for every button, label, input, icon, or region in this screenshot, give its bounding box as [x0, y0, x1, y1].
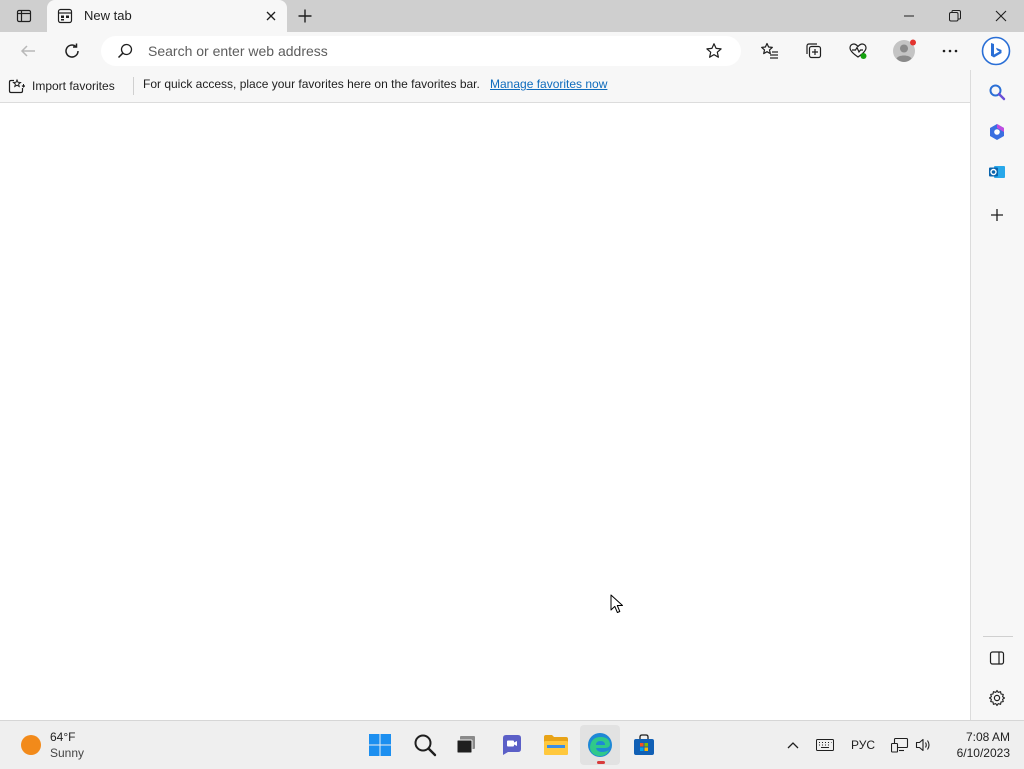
favorites-icon	[760, 41, 780, 61]
file-explorer-button[interactable]	[536, 725, 576, 765]
windows-taskbar: 64°F Sunny РУС 7:08 AM 6/10/2023	[0, 720, 1024, 769]
taskbar-search-button[interactable]	[405, 725, 445, 765]
manage-favorites-link[interactable]: Manage favorites now	[490, 77, 607, 91]
search-icon	[117, 43, 133, 59]
sidebar-settings-button[interactable]	[983, 684, 1011, 712]
outlook-icon	[988, 163, 1006, 181]
bing-copilot-icon	[981, 36, 1011, 66]
star-icon	[705, 42, 723, 60]
teams-chat-icon	[500, 733, 524, 757]
microsoft-store-button[interactable]	[624, 725, 664, 765]
minimize-button[interactable]	[886, 0, 932, 32]
back-arrow-icon	[19, 42, 37, 60]
sidebar-divider	[983, 636, 1013, 637]
mouse-cursor-icon	[610, 594, 624, 614]
browser-essentials-icon	[848, 41, 868, 61]
more-options-icon	[941, 42, 959, 60]
weather-temperature: 64°F	[50, 730, 76, 744]
profile-icon	[892, 39, 916, 63]
add-to-favorites-button[interactable]	[705, 42, 723, 60]
hide-sidebar-icon	[989, 650, 1005, 666]
input-language-indicator[interactable]: РУС	[846, 735, 880, 755]
new-tab-button[interactable]	[293, 4, 317, 28]
favorites-bar-message: For quick access, place your favorites h…	[143, 77, 480, 91]
minimize-icon	[904, 11, 914, 21]
touch-keyboard-button[interactable]	[814, 735, 836, 755]
hide-sidebar-button[interactable]	[983, 644, 1011, 672]
clock-date[interactable]: 6/10/2023	[940, 746, 1010, 760]
restore-button[interactable]	[932, 0, 978, 32]
add-icon	[990, 208, 1004, 222]
import-favorites-button[interactable]: Import favorites	[8, 75, 115, 97]
plus-icon	[297, 8, 313, 24]
refresh-icon	[63, 42, 81, 60]
tab-close-button[interactable]	[261, 6, 281, 26]
edge-taskbar-button[interactable]	[580, 725, 620, 765]
tab-actions-button[interactable]	[8, 4, 40, 28]
sidebar-search-icon	[988, 83, 1006, 101]
keyboard-icon	[816, 739, 834, 751]
windows-start-icon	[368, 733, 392, 757]
clock-time[interactable]: 7:08 AM	[940, 730, 1010, 744]
favorites-bar: Import favorites For quick access, place…	[0, 70, 970, 103]
sidebar-add-button[interactable]	[983, 201, 1011, 229]
favorites-bar-divider	[133, 77, 134, 95]
tab-new-tab[interactable]: New tab	[47, 0, 287, 32]
import-favorites-label: Import favorites	[32, 79, 115, 93]
teams-chat-button[interactable]	[492, 725, 532, 765]
tab-actions-icon	[16, 8, 32, 24]
show-hidden-icons-chevron-icon	[787, 741, 799, 749]
volume-icon	[915, 737, 931, 753]
sidebar-outlook-button[interactable]	[983, 158, 1011, 186]
show-hidden-icons-button[interactable]	[784, 735, 802, 755]
profile-button[interactable]	[888, 35, 920, 67]
edge-active-indicator	[597, 761, 605, 764]
window-close-icon	[995, 10, 1007, 22]
settings-icon	[988, 689, 1006, 707]
sunny-weather-icon	[21, 735, 41, 755]
start-button[interactable]	[360, 725, 400, 765]
page-content	[0, 103, 969, 720]
import-favorites-icon	[8, 78, 25, 95]
edge-icon	[587, 732, 613, 758]
address-bar[interactable]	[101, 36, 741, 66]
sidebar-office-button[interactable]	[983, 118, 1011, 146]
new-tab-page-icon	[57, 8, 73, 24]
favorites-button[interactable]	[754, 35, 786, 67]
restore-icon	[949, 10, 961, 22]
file-explorer-icon	[543, 733, 569, 757]
collections-button[interactable]	[798, 35, 830, 67]
office-icon	[988, 123, 1006, 141]
sidebar-search-button[interactable]	[983, 78, 1011, 106]
window-close-button[interactable]	[978, 0, 1024, 32]
close-icon	[266, 11, 276, 21]
weather-widget[interactable]: 64°F Sunny	[12, 729, 132, 761]
task-view-icon	[455, 734, 477, 756]
taskbar-search-icon	[413, 733, 437, 757]
bing-copilot-button[interactable]	[980, 35, 1012, 67]
network-volume-button[interactable]	[890, 735, 932, 755]
collections-icon	[804, 41, 824, 61]
navigation-toolbar	[0, 32, 1024, 70]
weather-condition: Sunny	[50, 746, 85, 760]
task-view-button[interactable]	[446, 725, 486, 765]
refresh-button[interactable]	[56, 35, 88, 67]
address-input[interactable]	[148, 42, 688, 60]
settings-and-more-button[interactable]	[934, 35, 966, 67]
tab-title: New tab	[84, 8, 132, 23]
edge-sidebar	[970, 70, 1024, 720]
browser-essentials-button[interactable]	[842, 35, 874, 67]
network-icon	[891, 737, 909, 753]
back-button[interactable]	[12, 35, 44, 67]
tab-strip: New tab	[0, 0, 1024, 32]
microsoft-store-icon	[632, 733, 656, 757]
